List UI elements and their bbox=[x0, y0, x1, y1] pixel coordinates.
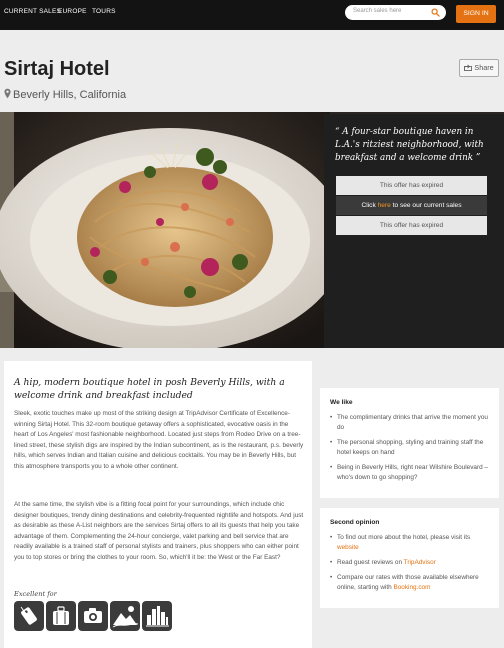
luggage-tag-icon bbox=[14, 601, 44, 631]
second-opinion-box: Second opinion To find out more about th… bbox=[320, 508, 499, 608]
page-title: Sirtaj Hotel bbox=[4, 58, 110, 80]
offer-quote: “ A four-star boutique haven in L.A.'s r… bbox=[335, 127, 484, 163]
we-like-title: We like bbox=[330, 399, 353, 406]
click-suffix: to see our current sales bbox=[390, 202, 462, 209]
sign-in-button[interactable]: SIGN IN bbox=[456, 5, 496, 23]
we-like-list: The complimentary drinks that arrive the… bbox=[330, 413, 492, 488]
search-input[interactable]: Search sales here bbox=[345, 5, 446, 20]
suitcase-icon bbox=[46, 601, 76, 631]
camera-icon bbox=[78, 601, 108, 631]
hotel-website-link[interactable]: website bbox=[337, 544, 359, 551]
list-item-text: Read guest reviews on bbox=[337, 559, 404, 566]
list-item: The complimentary drinks that arrive the… bbox=[330, 413, 492, 433]
search-placeholder: Search sales here bbox=[353, 8, 402, 14]
here-link[interactable]: here bbox=[378, 202, 391, 209]
mountains-icon bbox=[110, 601, 140, 631]
offer-panel: “ A four-star boutique haven in L.A.'s r… bbox=[324, 114, 504, 348]
top-navigation: CURRENT SALES EUROPE TOURS Search sales … bbox=[0, 0, 504, 30]
offer-expired-notice: This offer has expired bbox=[336, 176, 487, 195]
nav-europe[interactable]: EUROPE bbox=[58, 8, 87, 15]
click-prefix: Click bbox=[361, 202, 378, 209]
article-paragraph-1: Sleek, exotic touches make up most of th… bbox=[14, 410, 304, 470]
list-item: Being in Beverly Hills, right near Wilsh… bbox=[330, 463, 492, 483]
list-item: To find out more about the hotel, please… bbox=[330, 533, 492, 553]
excellent-for-label: Excellent for bbox=[14, 590, 57, 598]
nav-tours[interactable]: TOURS bbox=[92, 8, 116, 15]
city-skyline-icon bbox=[142, 601, 172, 631]
second-opinion-list: To find out more about the hotel, please… bbox=[330, 533, 492, 598]
tripadvisor-link[interactable]: TripAdvisor bbox=[404, 559, 436, 566]
current-sales-link-row: Click here to see our current sales bbox=[336, 196, 487, 215]
hotel-location: Beverly Hills, California bbox=[4, 88, 126, 101]
we-like-box: We like The complimentary drinks that ar… bbox=[320, 388, 499, 498]
search-icon[interactable] bbox=[431, 8, 440, 17]
nav-current-sales[interactable]: CURRENT SALES bbox=[4, 8, 61, 15]
list-item: Compare our rates with those available e… bbox=[330, 573, 492, 593]
pasta-dish-photo bbox=[0, 112, 330, 348]
list-item: Read guest reviews on TripAdvisor bbox=[330, 558, 492, 568]
article-heading: A hip, modern boutique hotel in posh Bev… bbox=[14, 377, 285, 401]
second-opinion-title: Second opinion bbox=[330, 519, 380, 526]
list-item-text: To find out more about the hotel, please… bbox=[337, 534, 471, 541]
share-button[interactable]: Share bbox=[459, 59, 499, 77]
offer-expired-notice-2: This offer has expired bbox=[336, 216, 487, 235]
share-icon bbox=[464, 64, 473, 71]
booking-link[interactable]: Booking.com bbox=[393, 584, 430, 591]
location-text: Beverly Hills, California bbox=[13, 89, 127, 101]
list-item: The personal shopping, styling and train… bbox=[330, 438, 492, 458]
hotel-description-card: A hip, modern boutique hotel in posh Bev… bbox=[4, 361, 312, 648]
map-pin-icon bbox=[4, 88, 11, 99]
share-label: Share bbox=[474, 63, 494, 72]
article-paragraph-2: At the same time, the stylish vibe is a … bbox=[14, 501, 304, 561]
